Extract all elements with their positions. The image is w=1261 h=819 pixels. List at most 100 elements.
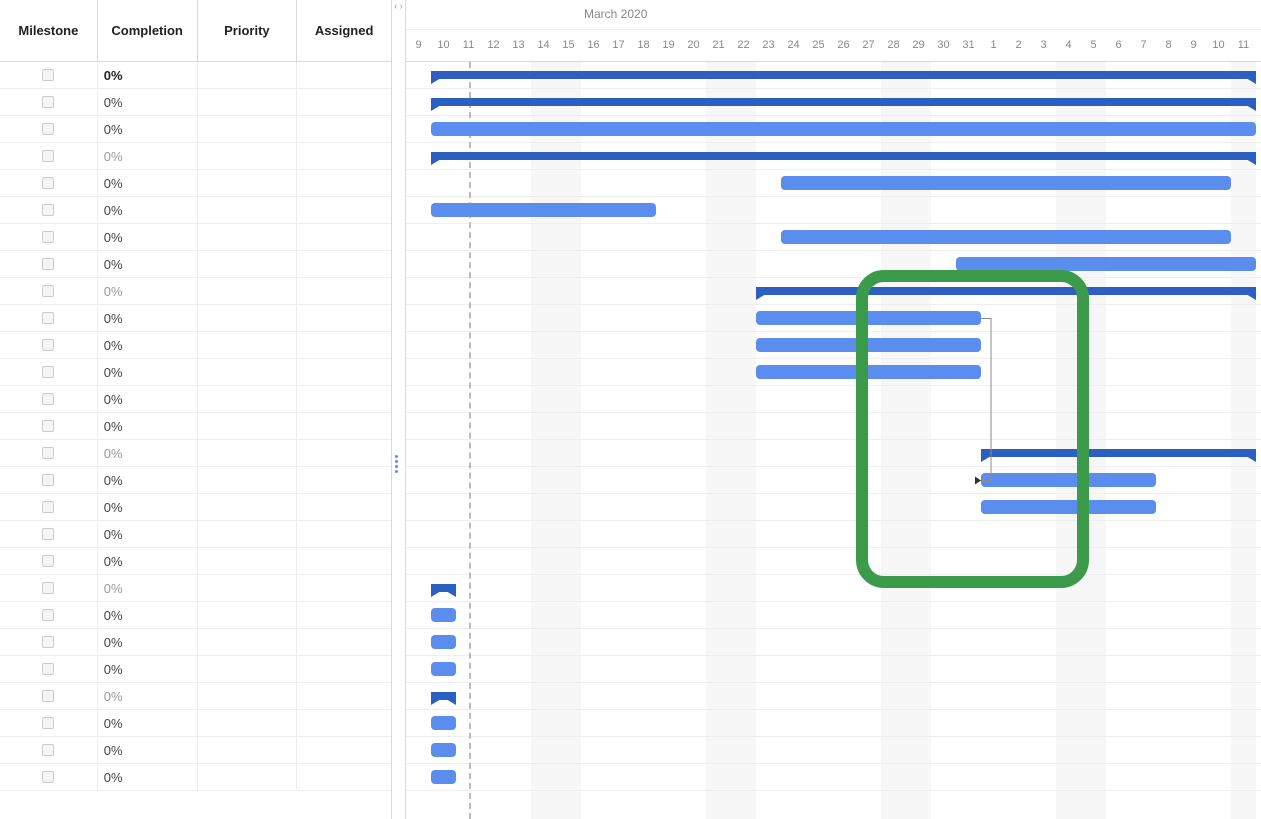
- completion-cell[interactable]: 0%: [98, 656, 198, 682]
- milestone-checkbox[interactable]: [42, 447, 54, 459]
- milestone-cell[interactable]: [0, 197, 98, 223]
- priority-cell[interactable]: [198, 764, 298, 790]
- table-row[interactable]: 0%: [0, 359, 391, 386]
- task-bar[interactable]: [431, 608, 456, 622]
- task-bar[interactable]: [781, 176, 1231, 190]
- completion-cell[interactable]: 0%: [98, 251, 198, 277]
- milestone-cell[interactable]: [0, 737, 98, 763]
- table-row[interactable]: 0%: [0, 575, 391, 602]
- table-row[interactable]: 0%: [0, 278, 391, 305]
- splitter-arrows-icon[interactable]: ‹ ›: [392, 0, 405, 12]
- priority-cell[interactable]: [198, 386, 298, 412]
- assigned-cell[interactable]: [297, 332, 391, 358]
- priority-cell[interactable]: [198, 170, 298, 196]
- completion-cell[interactable]: 0%: [98, 170, 198, 196]
- milestone-cell[interactable]: [0, 62, 98, 88]
- priority-cell[interactable]: [198, 89, 298, 115]
- table-row[interactable]: 0%: [0, 143, 391, 170]
- table-row[interactable]: 0%: [0, 305, 391, 332]
- completion-cell[interactable]: 0%: [98, 575, 198, 601]
- milestone-checkbox[interactable]: [42, 177, 54, 189]
- gantt-chart[interactable]: March 2020 91011121314151617181920212223…: [406, 0, 1261, 819]
- completion-cell[interactable]: 0%: [98, 62, 198, 88]
- assigned-cell[interactable]: [297, 224, 391, 250]
- timeline-body[interactable]: [406, 62, 1261, 819]
- completion-cell[interactable]: 0%: [98, 143, 198, 169]
- priority-cell[interactable]: [198, 683, 298, 709]
- completion-cell[interactable]: 0%: [98, 602, 198, 628]
- table-row[interactable]: 0%: [0, 737, 391, 764]
- priority-cell[interactable]: [198, 467, 298, 493]
- milestone-checkbox[interactable]: [42, 96, 54, 108]
- milestone-checkbox[interactable]: [42, 555, 54, 567]
- assigned-cell[interactable]: [297, 116, 391, 142]
- assigned-cell[interactable]: [297, 305, 391, 331]
- milestone-cell[interactable]: [0, 143, 98, 169]
- milestone-cell[interactable]: [0, 521, 98, 547]
- priority-cell[interactable]: [198, 440, 298, 466]
- task-bar[interactable]: [781, 230, 1231, 244]
- milestone-checkbox[interactable]: [42, 717, 54, 729]
- task-bar[interactable]: [431, 635, 456, 649]
- priority-cell[interactable]: [198, 278, 298, 304]
- assigned-cell[interactable]: [297, 278, 391, 304]
- pane-splitter[interactable]: ‹ ›: [392, 0, 406, 819]
- milestone-cell[interactable]: [0, 413, 98, 439]
- milestone-cell[interactable]: [0, 224, 98, 250]
- milestone-checkbox[interactable]: [42, 420, 54, 432]
- summary-bar[interactable]: [431, 152, 1256, 160]
- task-bar[interactable]: [756, 365, 981, 379]
- priority-cell[interactable]: [198, 224, 298, 250]
- summary-bar[interactable]: [981, 449, 1256, 457]
- milestone-cell[interactable]: [0, 305, 98, 331]
- milestone-cell[interactable]: [0, 629, 98, 655]
- milestone-checkbox[interactable]: [42, 582, 54, 594]
- milestone-cell[interactable]: [0, 467, 98, 493]
- assigned-cell[interactable]: [297, 170, 391, 196]
- summary-bar[interactable]: [431, 71, 1256, 79]
- table-row[interactable]: 0%: [0, 656, 391, 683]
- completion-cell[interactable]: 0%: [98, 278, 198, 304]
- completion-cell[interactable]: 0%: [98, 764, 198, 790]
- milestone-checkbox[interactable]: [42, 744, 54, 756]
- completion-cell[interactable]: 0%: [98, 521, 198, 547]
- assigned-cell[interactable]: [297, 602, 391, 628]
- table-row[interactable]: 0%: [0, 332, 391, 359]
- table-row[interactable]: 0%: [0, 467, 391, 494]
- assigned-cell[interactable]: [297, 386, 391, 412]
- priority-cell[interactable]: [198, 251, 298, 277]
- milestone-checkbox[interactable]: [42, 474, 54, 486]
- milestone-cell[interactable]: [0, 494, 98, 520]
- priority-cell[interactable]: [198, 521, 298, 547]
- table-row[interactable]: 0%: [0, 494, 391, 521]
- completion-cell[interactable]: 0%: [98, 332, 198, 358]
- assigned-cell[interactable]: [297, 89, 391, 115]
- assigned-cell[interactable]: [297, 251, 391, 277]
- milestone-checkbox[interactable]: [42, 231, 54, 243]
- completion-cell[interactable]: 0%: [98, 413, 198, 439]
- assigned-cell[interactable]: [297, 197, 391, 223]
- milestone-checkbox[interactable]: [42, 528, 54, 540]
- milestone-checkbox[interactable]: [42, 123, 54, 135]
- milestone-checkbox[interactable]: [42, 204, 54, 216]
- milestone-cell[interactable]: [0, 251, 98, 277]
- table-row[interactable]: 0%: [0, 683, 391, 710]
- table-row[interactable]: 0%: [0, 521, 391, 548]
- table-row[interactable]: 0%: [0, 224, 391, 251]
- milestone-cell[interactable]: [0, 89, 98, 115]
- milestone-cell[interactable]: [0, 116, 98, 142]
- assigned-cell[interactable]: [297, 683, 391, 709]
- milestone-cell[interactable]: [0, 548, 98, 574]
- assigned-cell[interactable]: [297, 494, 391, 520]
- assigned-cell[interactable]: [297, 575, 391, 601]
- priority-cell[interactable]: [198, 602, 298, 628]
- milestone-checkbox[interactable]: [42, 366, 54, 378]
- milestone-checkbox[interactable]: [42, 501, 54, 513]
- header-priority[interactable]: Priority: [198, 0, 298, 61]
- summary-bar[interactable]: [756, 287, 1256, 295]
- assigned-cell[interactable]: [297, 737, 391, 763]
- priority-cell[interactable]: [198, 629, 298, 655]
- summary-bar[interactable]: [431, 584, 456, 592]
- milestone-cell[interactable]: [0, 170, 98, 196]
- milestone-checkbox[interactable]: [42, 312, 54, 324]
